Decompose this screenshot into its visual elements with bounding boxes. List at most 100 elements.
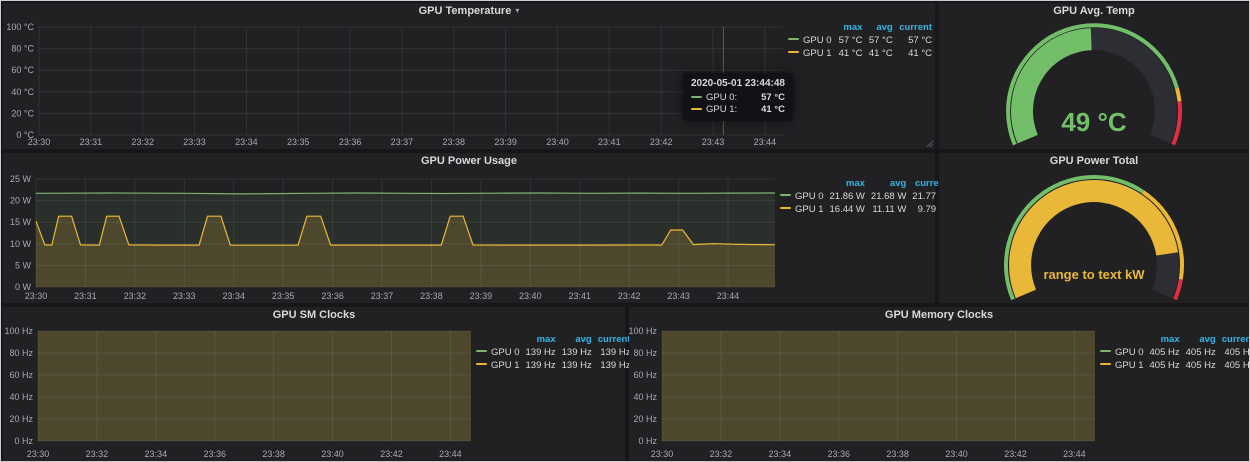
- legend-series-row[interactable]: GPU 1139 Hz139 Hz139 Hz: [473, 359, 633, 372]
- series-color-dash: [780, 207, 791, 209]
- svg-text:23:30: 23:30: [651, 449, 674, 459]
- tooltip-time: 2020-05-01 23:44:48: [691, 78, 785, 89]
- svg-text:23:34: 23:34: [235, 137, 258, 147]
- svg-text:23:40: 23:40: [321, 449, 344, 459]
- legend-series-row[interactable]: GPU 057 °C57 °C57 °C: [785, 34, 935, 47]
- svg-text:23:32: 23:32: [131, 137, 154, 147]
- svg-text:20 W: 20 W: [10, 196, 32, 206]
- svg-text:23:37: 23:37: [371, 291, 394, 301]
- svg-text:23:42: 23:42: [618, 291, 641, 301]
- svg-text:23:36: 23:36: [339, 137, 362, 147]
- svg-text:5 W: 5 W: [15, 260, 32, 270]
- panel-title: GPU Power Usage: [421, 155, 517, 167]
- legend-series-row[interactable]: GPU 141 °C41 °C41 °C: [785, 47, 935, 60]
- svg-text:23:30: 23:30: [28, 137, 51, 147]
- legend-series-row[interactable]: GPU 116.44 W11.11 W9.79 W: [777, 203, 951, 216]
- svg-text:23:33: 23:33: [173, 291, 196, 301]
- series-color-dash: [476, 363, 487, 365]
- sm-clocks-chart[interactable]: 0 Hz20 Hz40 Hz60 Hz80 Hz100 Hz23:3023:32…: [3, 323, 473, 461]
- panel-title: GPU Temperature: [419, 5, 512, 17]
- svg-text:25 W: 25 W: [10, 174, 32, 184]
- svg-text:23:39: 23:39: [494, 137, 517, 147]
- svg-text:23:32: 23:32: [710, 449, 733, 459]
- svg-text:80 Hz: 80 Hz: [633, 348, 657, 358]
- svg-text:23:30: 23:30: [25, 291, 48, 301]
- temperature-legend: maxavgcurrentGPU 057 °C57 °C57 °CGPU 141…: [785, 19, 935, 149]
- series-color-dash: [476, 350, 487, 352]
- svg-text:23:36: 23:36: [203, 449, 226, 459]
- series-color-dash: [691, 96, 702, 98]
- panel-gpu-temperature: GPU Temperature ▾ 0 °C20 °C40 °C60 °C80 …: [3, 3, 935, 149]
- sm-clocks-legend: maxavgcurrentGPU 0139 Hz139 Hz139 HzGPU …: [473, 323, 625, 461]
- tooltip-series-row: GPU 1:41 °C: [691, 104, 785, 115]
- power-usage-legend: maxavgcurrentGPU 021.86 W21.68 W21.77 WG…: [777, 169, 935, 303]
- svg-text:23:39: 23:39: [470, 291, 493, 301]
- svg-text:23:37: 23:37: [391, 137, 414, 147]
- svg-text:80 Hz: 80 Hz: [9, 348, 33, 358]
- svg-text:23:44: 23:44: [717, 291, 740, 301]
- svg-text:23:31: 23:31: [74, 291, 97, 301]
- panel-title: GPU Power Total: [1050, 155, 1138, 167]
- svg-text:23:40: 23:40: [546, 137, 569, 147]
- svg-text:23:32: 23:32: [124, 291, 147, 301]
- series-color-dash: [1100, 350, 1111, 352]
- svg-text:23:41: 23:41: [598, 137, 621, 147]
- legend-header-row: maxavgcurrent: [473, 333, 633, 346]
- panel-resize-handle[interactable]: [926, 140, 934, 148]
- panel-gpu-memory-clocks: GPU Memory Clocks 0 Hz 20 Hz 40 Hz 60 Hz 80 …: [629, 307, 1249, 461]
- series-color-dash: [691, 108, 702, 110]
- svg-text:60 Hz: 60 Hz: [633, 370, 657, 380]
- svg-text:23:36: 23:36: [827, 449, 850, 459]
- panel-header-gpu-memory-clocks[interactable]: GPU Memory Clocks: [629, 307, 1249, 323]
- panel-title: GPU Memory Clocks: [885, 309, 993, 321]
- legend-series-row[interactable]: GPU 1405 Hz405 Hz405 Hz: [1097, 359, 1250, 372]
- svg-text:10 W: 10 W: [10, 239, 32, 249]
- memory-clocks-chart[interactable]: 0 Hz20 Hz40 Hz60 Hz80 Hz100 Hz23:3023:32…: [629, 323, 1097, 461]
- svg-text:23:35: 23:35: [272, 291, 295, 301]
- svg-text:23:35: 23:35: [287, 137, 310, 147]
- legend-header-row: maxavgcurrent: [785, 21, 935, 34]
- avg-temp-gauge: [939, 19, 1249, 149]
- legend-header-row: maxavgcurrent: [777, 177, 951, 190]
- svg-text:23:42: 23:42: [650, 137, 673, 147]
- panel-header-gpu-power-usage[interactable]: GPU Power Usage: [3, 153, 935, 169]
- legend-header-row: maxavgcurrent: [1097, 333, 1250, 346]
- svg-text:20 Hz: 20 Hz: [633, 414, 657, 424]
- panel-header-gpu-avg-temp[interactable]: GPU Avg. Temp: [939, 3, 1249, 19]
- svg-text:20 Hz: 20 Hz: [9, 414, 33, 424]
- svg-text:40 Hz: 40 Hz: [633, 392, 657, 402]
- legend-series-row[interactable]: GPU 0405 Hz405 Hz405 Hz: [1097, 346, 1250, 359]
- svg-text:23:42: 23:42: [1004, 449, 1027, 459]
- svg-text:23:40: 23:40: [945, 449, 968, 459]
- svg-text:20 °C: 20 °C: [11, 108, 34, 118]
- panel-header-gpu-power-total[interactable]: GPU Power Total: [939, 153, 1249, 169]
- svg-text:40 °C: 40 °C: [11, 87, 34, 97]
- svg-text:0 Hz: 0 Hz: [638, 436, 657, 446]
- svg-text:23:40: 23:40: [519, 291, 542, 301]
- svg-text:23:43: 23:43: [702, 137, 725, 147]
- panel-header-gpu-sm-clocks[interactable]: GPU SM Clocks: [3, 307, 625, 323]
- panel-header-gpu-temperature[interactable]: GPU Temperature ▾: [3, 3, 935, 19]
- svg-text:15 W: 15 W: [10, 217, 32, 227]
- svg-text:23:41: 23:41: [568, 291, 591, 301]
- svg-text:23:33: 23:33: [183, 137, 206, 147]
- power-usage-chart[interactable]: 0 W5 W10 W15 W20 W25 W23:3023:3123:3223:…: [3, 169, 777, 303]
- tooltip-series-row: GPU 0:57 °C: [691, 92, 785, 103]
- dashboard-frame: GPU Temperature ▾ 0 °C20 °C40 °C60 °C80 …: [0, 0, 1250, 462]
- svg-text:23:34: 23:34: [145, 449, 168, 459]
- series-color-dash: [788, 38, 799, 40]
- svg-text:23:42: 23:42: [380, 449, 403, 459]
- memory-clocks-legend: maxavgcurrentGPU 0405 Hz405 Hz405 HzGPU …: [1097, 323, 1249, 461]
- svg-text:23:31: 23:31: [80, 137, 103, 147]
- svg-text:60 °C: 60 °C: [11, 65, 34, 75]
- svg-text:23:32: 23:32: [86, 449, 109, 459]
- panel-gpu-power-usage: GPU Power Usage 0 W5 W10 W15 W20 W25 W23…: [3, 153, 935, 303]
- panel-gpu-avg-temp: GPU Avg. Temp 49 °C: [939, 3, 1249, 149]
- legend-series-row[interactable]: GPU 021.86 W21.68 W21.77 W: [777, 190, 951, 203]
- temperature-chart[interactable]: 0 °C20 °C40 °C60 °C80 °C100 °C23:3023:31…: [3, 19, 785, 149]
- legend-series-row[interactable]: GPU 0139 Hz139 Hz139 Hz: [473, 346, 633, 359]
- svg-text:23:38: 23:38: [443, 137, 466, 147]
- svg-text:23:43: 23:43: [667, 291, 690, 301]
- panel-gpu-power-total: GPU Power Total range to text kW: [939, 153, 1249, 303]
- svg-text:60 Hz: 60 Hz: [9, 370, 33, 380]
